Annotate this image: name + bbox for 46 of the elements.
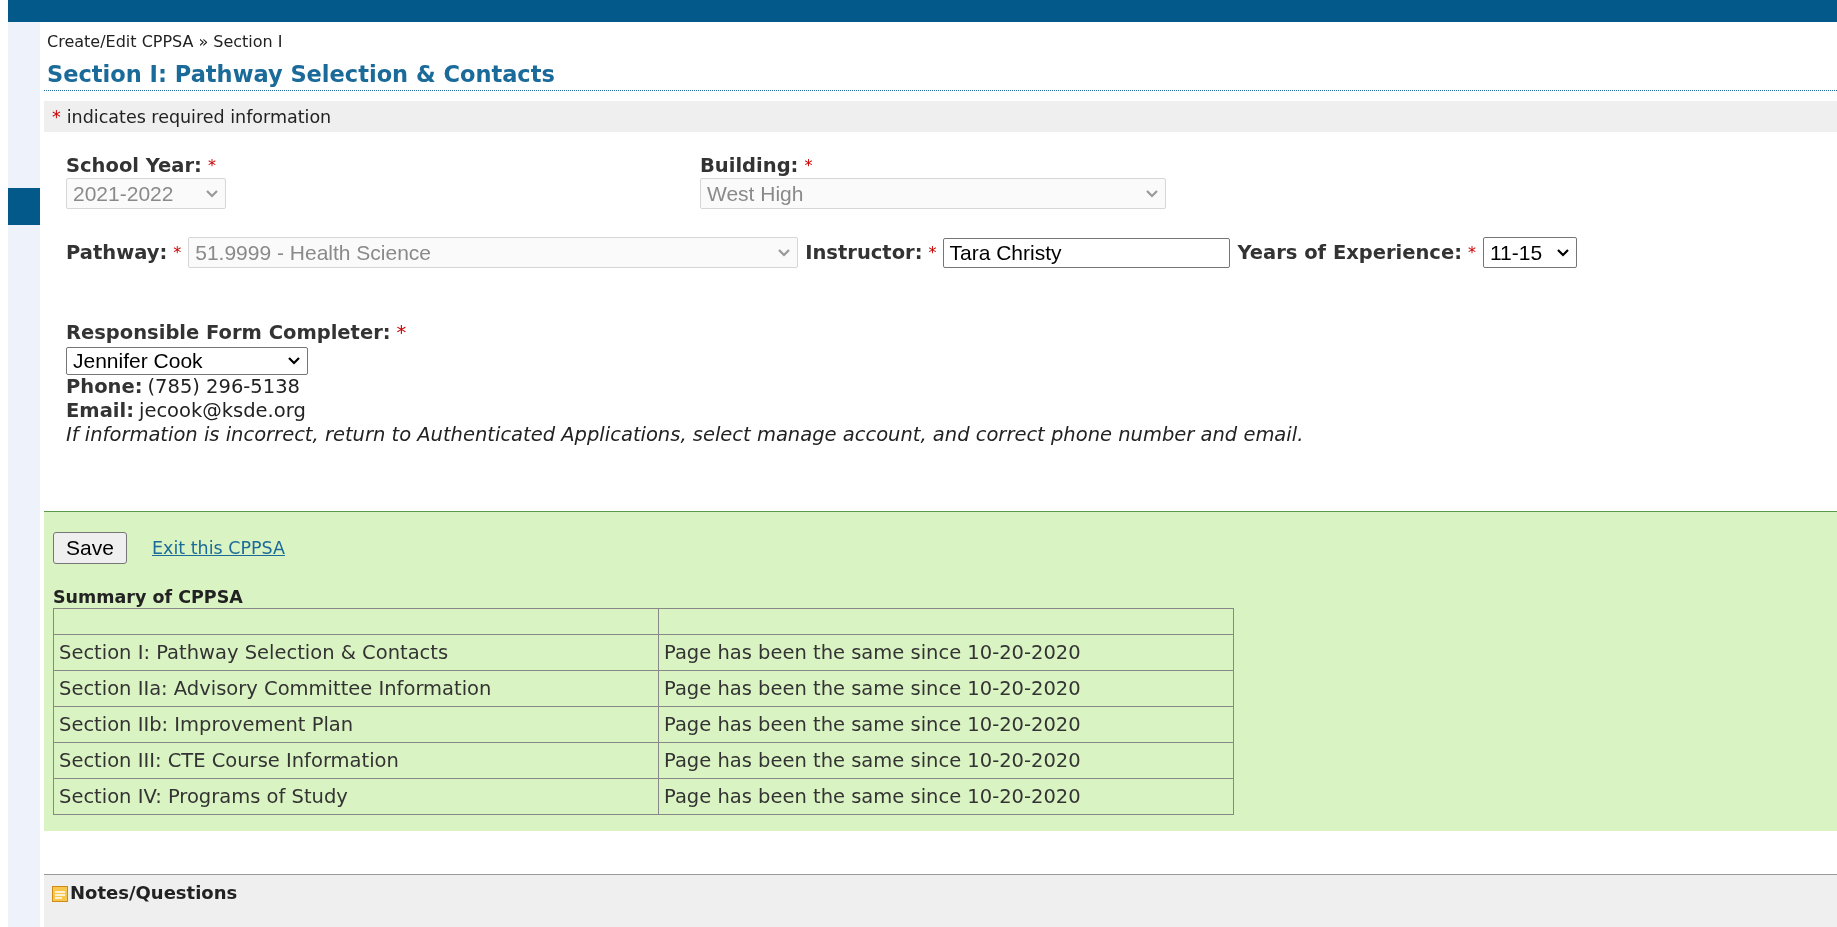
field-label: Pathway: xyxy=(66,241,168,264)
field-label: Responsible Form Completer: xyxy=(66,321,391,345)
table-cell: Page has been the same since 10-20-2020 xyxy=(658,634,1234,671)
breadcrumb-separator: » xyxy=(198,31,209,51)
table-cell: Page has been the same since 10-20-2020 xyxy=(658,670,1234,707)
table-cell: Section IV: Programs of Study xyxy=(53,778,659,815)
detail-value: (785) 296-5138 xyxy=(147,375,300,399)
field-label: Building: xyxy=(700,154,799,178)
chevron-down-icon xyxy=(1555,247,1570,258)
table-cell: Section I: Pathway Selection & Contacts xyxy=(53,634,659,671)
table-cell: Section IIb: Improvement Plan xyxy=(53,706,659,743)
required-marker: * xyxy=(52,106,61,127)
table-cell: Page has been the same since 10-20-2020 xyxy=(658,778,1234,815)
table-cell: Section IIa: Advisory Committee Information xyxy=(53,670,659,707)
chevron-down-icon xyxy=(1145,188,1159,199)
table-cell: Section III: CTE Course Information xyxy=(53,742,659,779)
summary-title: Summary of CPPSA xyxy=(53,586,244,608)
field-label: School Year: xyxy=(66,154,202,178)
breadcrumb-item[interactable]: Create/Edit CPPSA xyxy=(47,31,194,51)
chevron-down-icon xyxy=(777,247,792,258)
detail-label: Phone: xyxy=(66,375,143,399)
section-title: Section I: Pathway Selection & Contacts xyxy=(44,60,1837,91)
help-note: If information is incorrect, return to Authenticated Applications, select manage account, and correct phone number and email. xyxy=(66,423,1304,447)
exit-link[interactable]: Exit this CPPSA xyxy=(152,538,285,558)
field-label: Instructor: xyxy=(805,241,923,264)
required-marker: * xyxy=(928,243,937,262)
required-marker: * xyxy=(804,155,813,177)
note-icon xyxy=(52,886,68,902)
dropdown[interactable]: 11-15 xyxy=(1482,237,1577,268)
breadcrumb-item: Section I xyxy=(213,31,283,51)
required-note: indicates required information xyxy=(66,106,332,127)
save-button[interactable]: Save xyxy=(53,532,127,564)
chevron-down-icon xyxy=(287,356,301,366)
detail-label: Email: xyxy=(66,399,134,423)
required-marker: * xyxy=(396,321,407,345)
detail-value: jecook@ksde.org xyxy=(138,399,306,423)
required-marker: * xyxy=(173,243,182,262)
required-marker: * xyxy=(1467,243,1476,262)
notes-title: Notes/Questions xyxy=(70,882,238,904)
chevron-down-icon xyxy=(205,188,219,199)
field-label: Years of Experience: xyxy=(1237,241,1462,264)
input-field[interactable]: Tara Christy xyxy=(943,237,1231,268)
dropdown[interactable]: Jennifer Cook xyxy=(66,347,308,375)
table-cell: Page has been the same since 10-20-2020 xyxy=(658,742,1234,779)
required-marker: * xyxy=(207,155,216,177)
table-cell: Page has been the same since 10-20-2020 xyxy=(658,706,1234,743)
